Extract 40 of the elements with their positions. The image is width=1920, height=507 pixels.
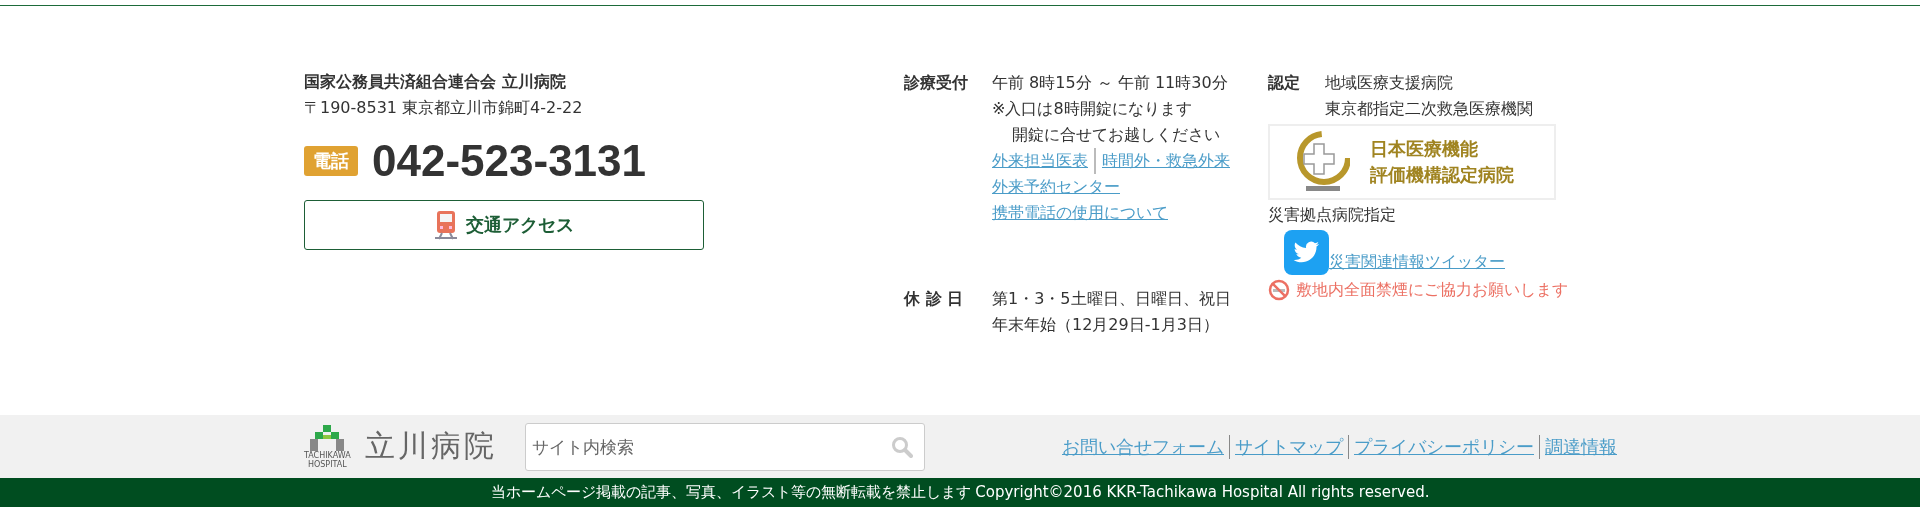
logo-mark-icon — [310, 424, 345, 451]
info-link[interactable]: 時間外・救急外来 — [1094, 148, 1230, 174]
disaster-designation: 災害拠点病院指定 — [1268, 204, 1397, 226]
reception-note: ※入口は8時開錠になります — [992, 98, 1193, 120]
no-smoking-notice: 敷地内全面禁煙にご協力お願いします — [1296, 279, 1568, 301]
reception-note: 開錠に合せてお越しください — [1011, 124, 1221, 146]
hospital-name: 国家公務員共済組合連合会 立川病院 — [304, 71, 567, 93]
reception-hours: 午前 8時15分 ～ 午前 11時30分 — [992, 72, 1229, 94]
closed-days-label: 休 診 日 — [904, 288, 965, 310]
closed-days-text: 年末年始（12月29日-1月3日） — [992, 314, 1220, 336]
bird-icon[interactable] — [1284, 230, 1329, 275]
certification-label: 認定 — [1268, 72, 1301, 94]
footer-link[interactable]: 調達情報 — [1539, 434, 1617, 459]
address: 〒190-8531 東京都立川市錦町4-2-22 — [304, 97, 584, 119]
twitter-link[interactable]: 災害関連情報ツイッター — [1329, 249, 1505, 275]
info-link[interactable]: 外来予約センター — [992, 174, 1120, 200]
access-button[interactable]: 交通アクセス — [304, 200, 704, 250]
closed-days-text: 第1・3・5土曜日、日曜日、祝日 — [992, 288, 1231, 310]
info-link[interactable]: 携帯電話の使用について — [992, 200, 1168, 226]
no-smoking-icon — [1268, 279, 1290, 301]
reception-label: 診療受付 — [904, 72, 969, 94]
certification-text: 東京都指定二次救急医療機関 — [1325, 98, 1533, 120]
footer-link[interactable]: プライバシーポリシー — [1348, 434, 1534, 459]
search-field[interactable]: サイト内検索 — [525, 422, 925, 471]
copyright-text: 当ホームページ掲載の記事、写真、イラスト等の無断転載を禁止します Copyright©2016 KKR-Tachikawa Hospital All rights reserved. — [490, 483, 1430, 502]
certification-text: 地域医療支援病院 — [1325, 72, 1454, 94]
logo-name[interactable]: 立川病院 — [364, 426, 497, 467]
phone-label: 電話 — [304, 146, 358, 176]
badge-text: 評価機構認定病院 — [1370, 163, 1514, 187]
search-icon[interactable] — [891, 435, 913, 458]
footer-link[interactable]: サイトマップ — [1229, 434, 1343, 459]
accreditation-emblem-icon — [1294, 130, 1350, 194]
logo-subtitle: HOSPITAL — [307, 459, 347, 469]
phone-number: 042-523-3131 — [372, 136, 646, 186]
train-icon — [434, 210, 458, 240]
logo-subtitle: TACHIKAWA — [304, 450, 351, 460]
footer-link[interactable]: お問い合せフォーム — [1062, 434, 1224, 459]
badge-text: 日本医療機能 — [1370, 137, 1479, 161]
accreditation-badge[interactable]: 日本医療機能 評価機構認定病院 — [1268, 124, 1556, 200]
info-link[interactable]: 外来担当医表 — [992, 148, 1088, 174]
